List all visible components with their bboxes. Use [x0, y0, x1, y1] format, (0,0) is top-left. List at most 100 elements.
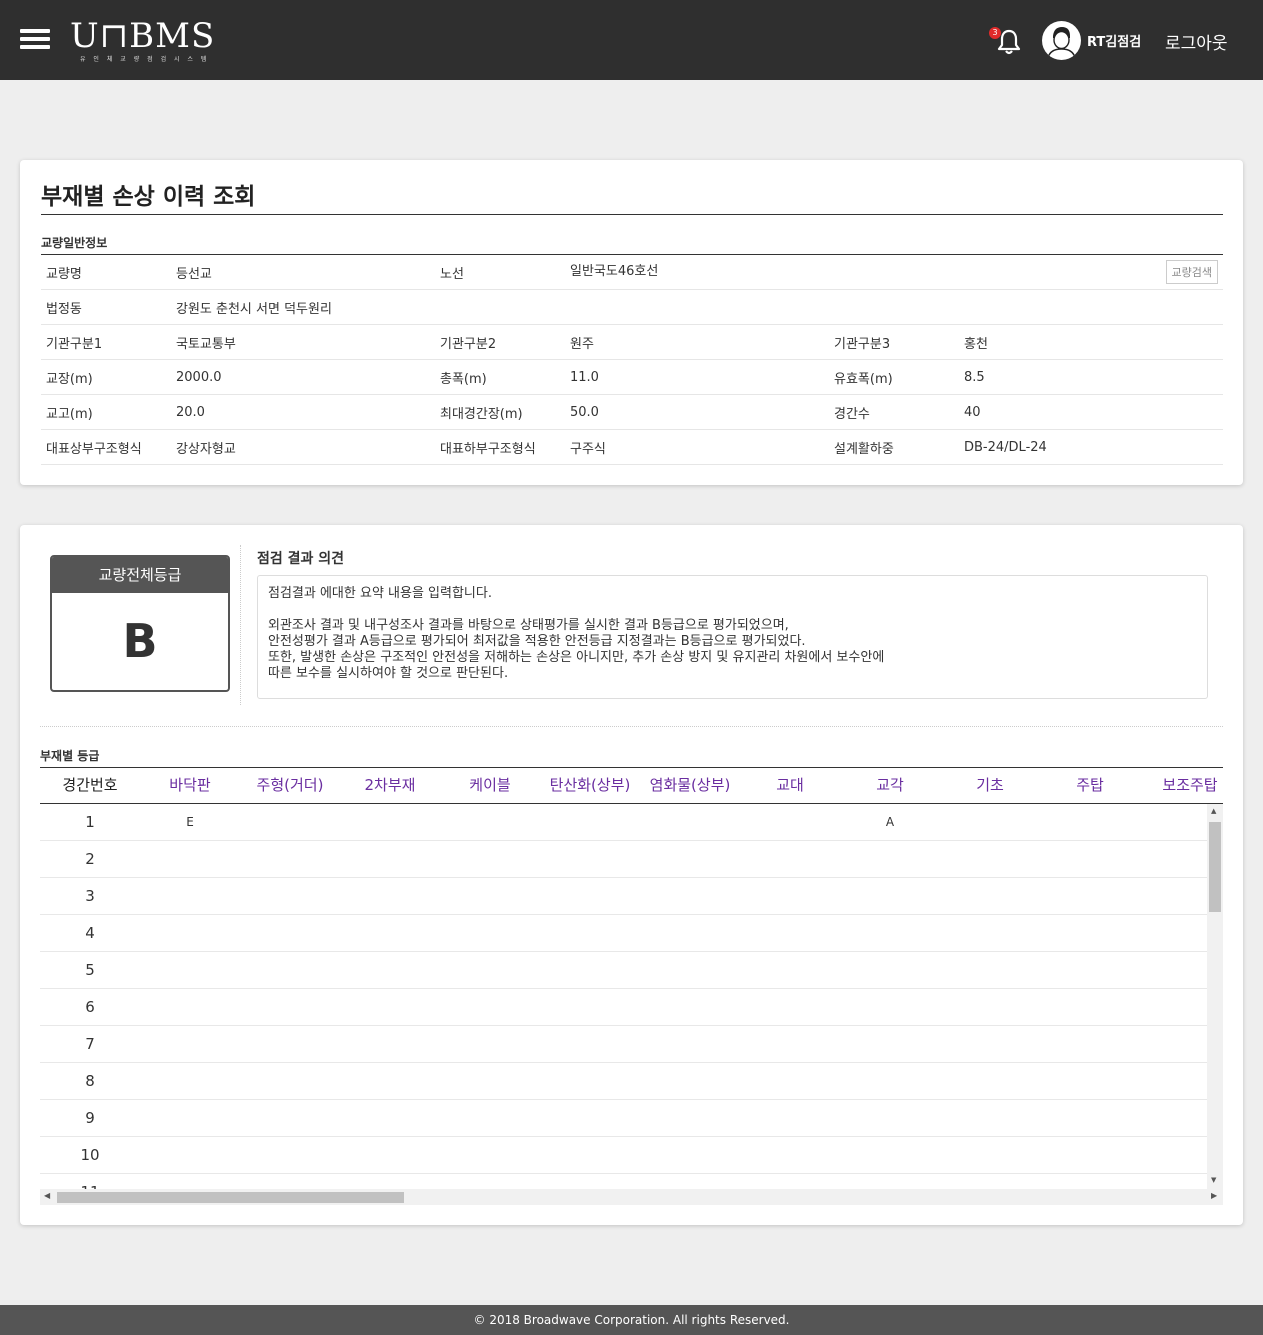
column-header[interactable]: 교대: [740, 768, 840, 803]
info-label: 유효폭(m): [829, 359, 959, 395]
span-number-cell: 2: [85, 850, 95, 868]
column-header[interactable]: 보조주탑: [1140, 768, 1223, 803]
user-name[interactable]: RT김점검: [1087, 31, 1141, 50]
grade-cell: E: [186, 815, 194, 829]
span-number-cell: 7: [85, 1035, 95, 1053]
info-row: 기관구분1 국토교통부 기관구분2 원주 기관구분3 홍천: [41, 324, 1223, 360]
table-row[interactable]: 4: [40, 915, 1207, 952]
column-header[interactable]: 기초: [940, 768, 1040, 803]
grade-cell: [440, 915, 540, 951]
bridge-search-button[interactable]: 교량검색: [1165, 260, 1218, 284]
grade-cell: [340, 1137, 440, 1173]
grade-cell: [940, 841, 1040, 877]
overall-grade-value: B: [122, 614, 158, 668]
column-header[interactable]: 교각: [840, 768, 940, 803]
table-row[interactable]: 7: [40, 1026, 1207, 1063]
grade-cell: [640, 841, 740, 877]
grade-cell: [940, 1137, 1040, 1173]
info-value: DB-24/DL-24: [959, 429, 1223, 465]
info-label: 법정동: [41, 289, 171, 325]
info-label: 설계활하중: [829, 429, 959, 465]
column-header[interactable]: 주탑: [1040, 768, 1140, 803]
grade-cell: [940, 1063, 1040, 1099]
table-row[interactable]: 5: [40, 952, 1207, 989]
grade-cell: [540, 952, 640, 988]
table-row[interactable]: 9: [40, 1100, 1207, 1137]
opinion-line: 안전성평가 결과 A등급으로 평가되어 최저값을 적용한 안전등급 지정결과는 …: [268, 634, 806, 649]
table-row[interactable]: 11: [40, 1174, 1207, 1189]
scroll-left-icon[interactable]: ◀: [44, 1191, 50, 1200]
horizontal-scrollbar[interactable]: ◀ ▶: [40, 1189, 1223, 1205]
grade-cell: [640, 1137, 740, 1173]
avatar[interactable]: [1042, 21, 1081, 60]
grade-cell: [540, 878, 640, 914]
column-header[interactable]: 바닥판: [140, 768, 240, 803]
grade-cell: [340, 1174, 440, 1189]
column-header[interactable]: 2차부재: [340, 768, 440, 803]
logo-subtitle: 유 인 체 교 량 점 검 시 스 템: [80, 56, 210, 63]
table-row[interactable]: 8: [40, 1063, 1207, 1100]
grade-cell: [1140, 1063, 1207, 1099]
opinion-line: 외관조사 결과 및 내구성조사 결과를 바탕으로 상태평가를 실시한 결과 B등…: [268, 618, 789, 633]
info-label: 노선: [435, 254, 565, 290]
grade-cell: [440, 952, 540, 988]
grade-cell: [840, 1063, 940, 1099]
opinion-textarea[interactable]: 점검결과 에대한 요약 내용을 입력합니다. 외관조사 결과 및 내구성조사 결…: [257, 575, 1208, 699]
menu-icon[interactable]: [20, 29, 50, 50]
bridge-info-table: 교량명 등선교 노선 일반국도46호선 교량검색 법정동 강원도 춘천시 서면 …: [41, 254, 1223, 465]
column-header[interactable]: 주형(거더): [240, 768, 340, 803]
copyright-text: © 2018 Broadwave Corporation. All rights…: [473, 1313, 790, 1327]
scroll-down-icon[interactable]: ▼: [1211, 1176, 1216, 1184]
grade-cell: [140, 1174, 240, 1189]
grade-cell: [240, 878, 340, 914]
grade-cell: [940, 878, 1040, 914]
table-row[interactable]: 1 E A: [40, 804, 1207, 841]
grade-cell: [640, 804, 740, 840]
info-value: 11.0: [565, 359, 829, 395]
grade-cell: [140, 952, 240, 988]
grade-cell: A: [885, 815, 895, 829]
grade-cell: [540, 1026, 640, 1062]
grade-cell: [440, 878, 540, 914]
grade-cell: [640, 1063, 740, 1099]
grade-cell: [340, 915, 440, 951]
info-label: 교량명: [41, 254, 171, 290]
grade-cell: [940, 989, 1040, 1025]
opinion-title: 점검 결과 의견: [257, 551, 345, 567]
inspection-result-card: 교량전체등급 B 점검 결과 의견 점검결과 에대한 요약 내용을 입력합니다.…: [20, 525, 1243, 1225]
grade-cell: [740, 1174, 840, 1189]
vertical-scrollbar[interactable]: ▲ ▼: [1207, 804, 1223, 1189]
table-row[interactable]: 3: [40, 878, 1207, 915]
grade-cell: [940, 1174, 1040, 1189]
column-header[interactable]: 케이블: [440, 768, 540, 803]
info-value-with-button: 일반국도46호선 교량검색: [565, 254, 1223, 290]
grade-cell: [540, 804, 640, 840]
info-value: 국토교통부: [171, 324, 435, 360]
grade-cell: [340, 841, 440, 877]
table-row[interactable]: 10: [40, 1137, 1207, 1174]
info-value: 20.0: [171, 394, 435, 430]
logo[interactable]: U⊓BMS 유 인 체 교 량 점 검 시 스 템: [70, 16, 214, 64]
grade-cell: [1140, 1174, 1207, 1189]
table-row[interactable]: 2: [40, 841, 1207, 878]
grade-cell: [1140, 1100, 1207, 1136]
info-value: 홍천: [959, 324, 1223, 360]
vertical-scroll-thumb[interactable]: [1209, 822, 1221, 912]
info-value: 원주: [565, 324, 829, 360]
span-number-cell: 11: [40, 1174, 140, 1189]
page-title: 부재별 손상 이력 조회: [41, 184, 256, 210]
scroll-right-icon[interactable]: ▶: [1211, 1191, 1217, 1200]
logout-link[interactable]: 로그아웃: [1165, 29, 1228, 54]
column-header[interactable]: 염화물(상부): [640, 768, 740, 803]
grade-cell: [440, 989, 540, 1025]
info-label: 교장(m): [41, 359, 171, 395]
grade-cell: [1140, 804, 1207, 840]
horizontal-scroll-thumb[interactable]: [57, 1192, 404, 1203]
table-row[interactable]: 6: [40, 989, 1207, 1026]
grade-cell: [440, 1174, 540, 1189]
grade-cell: [240, 1063, 340, 1099]
scroll-up-icon[interactable]: ▲: [1211, 807, 1216, 815]
horizontal-divider: [40, 726, 1223, 727]
grade-cell: [440, 1137, 540, 1173]
column-header[interactable]: 탄산화(상부): [540, 768, 640, 803]
